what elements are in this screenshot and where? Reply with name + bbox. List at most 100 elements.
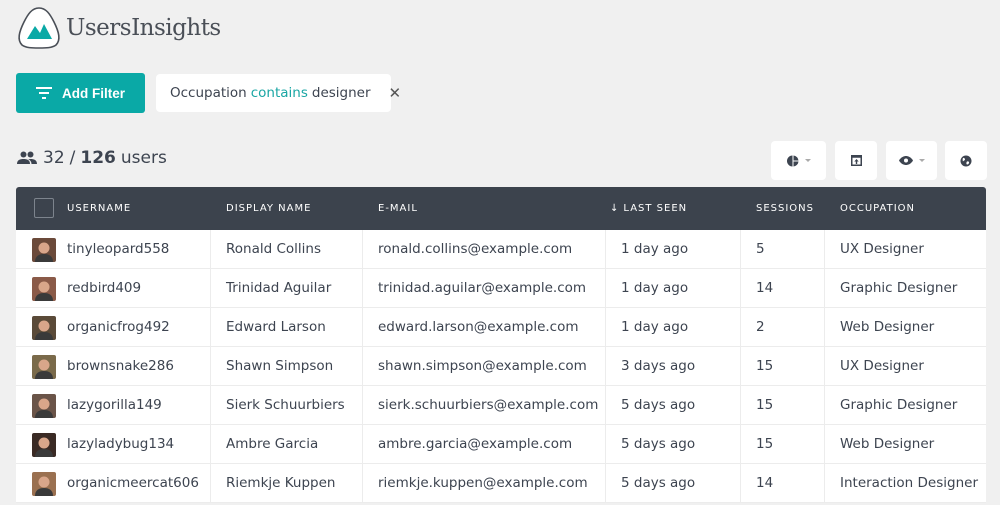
divider [362,347,363,385]
cell-email: sierk.schuurbiers@example.com [378,397,599,413]
cell-username[interactable]: tinyleopard558 [67,230,169,268]
divider [362,308,363,346]
cell-email: trinidad.aguilar@example.com [378,280,587,296]
divider [605,464,606,502]
divider [824,269,825,307]
chevron-down-icon [804,159,811,162]
divider [605,230,606,268]
filter-field: Occupation [170,85,247,101]
close-icon[interactable]: ✕ [389,84,402,102]
table-row[interactable]: organicmeercat606 Riemkje Kuppen riemkje… [16,464,986,503]
cell-sessions: 15 [756,397,774,413]
column-header-email[interactable]: E-MAIL [378,187,418,230]
divider [362,425,363,463]
column-header-username[interactable]: USERNAME [67,187,131,230]
cell-last-seen: 1 day ago [621,241,689,257]
table-row[interactable]: brownsnake286 Shawn Simpson shawn.simpso… [16,347,986,386]
cell-sessions: 15 [756,436,774,452]
table-body: tinyleopard558 Ronald Collins ronald.col… [16,230,986,503]
user-photo-icon [32,394,56,418]
chevron-down-icon [918,159,925,162]
cell-last-seen: 1 day ago [621,319,689,335]
user-photo-icon [32,238,56,262]
eye-icon [898,156,913,165]
avatar [32,433,56,457]
divider [824,230,825,268]
divider [210,386,211,424]
avatar [32,394,56,418]
column-header-sessions[interactable]: SESSIONS [756,187,814,230]
filter-value: designer [311,85,371,101]
count-separator: / [69,148,76,168]
cell-occupation: Graphic Designer [840,280,958,296]
column-header-display-name[interactable]: DISPLAY NAME [226,187,311,230]
table-row[interactable]: organicfrog492 Edward Larson edward.lars… [16,308,986,347]
divider [605,347,606,385]
app-title: UsersInsights [66,15,221,41]
table-row[interactable]: tinyleopard558 Ronald Collins ronald.col… [16,230,986,269]
cell-last-seen: 5 days ago [621,475,696,491]
cell-username[interactable]: lazygorilla149 [67,386,162,424]
column-header-occupation[interactable]: OCCUPATION [840,187,915,230]
divider [824,464,825,502]
cell-last-seen: 1 day ago [621,280,689,296]
cell-username[interactable]: organicmeercat606 [67,464,199,502]
table-header: USERNAME DISPLAY NAME E-MAIL ↓ LAST SEEN … [16,187,986,230]
cell-username[interactable]: lazyladybug134 [67,425,174,463]
divider [740,230,741,268]
active-filter-chip[interactable]: Occupation contains designer ✕ [156,74,401,112]
divider [605,308,606,346]
divider [824,386,825,424]
pie-chart-icon [786,155,798,166]
column-header-last-seen[interactable]: ↓ LAST SEEN [610,187,687,230]
cell-occupation: Graphic Designer [840,397,958,413]
divider [605,425,606,463]
cell-email: ambre.garcia@example.com [378,436,573,452]
cell-occupation: UX Designer [840,358,924,374]
table-row[interactable]: redbird409 Trinidad Aguilar trinidad.agu… [16,269,986,308]
cell-display-name: Sierk Schuurbiers [226,397,345,413]
divider [740,386,741,424]
user-photo-icon [32,316,56,340]
divider [740,308,741,346]
cell-display-name: Trinidad Aguilar [226,280,332,296]
cell-sessions: 15 [756,358,774,374]
avatar [32,355,56,379]
cell-email: edward.larson@example.com [378,319,579,335]
cell-email: shawn.simpson@example.com [378,358,587,374]
divider [362,269,363,307]
cell-occupation: Web Designer [840,436,935,452]
divider [210,347,211,385]
select-all-checkbox[interactable] [34,198,54,218]
cell-display-name: Riemkje Kuppen [226,475,336,491]
cell-occupation: UX Designer [840,241,924,257]
segments-button[interactable] [771,141,826,180]
divider [210,308,211,346]
table-row[interactable]: lazygorilla149 Sierk Schuurbiers sierk.s… [16,386,986,425]
cell-username[interactable]: organicfrog492 [67,308,170,346]
map-view-button[interactable] [945,141,987,180]
divider [362,386,363,424]
avatar [32,277,56,301]
divider [824,308,825,346]
app-logo[interactable]: UsersInsights [16,6,221,50]
cell-username[interactable]: brownsnake286 [67,347,174,385]
sort-desc-icon: ↓ [610,203,620,214]
table-row[interactable]: lazyladybug134 Ambre Garcia ambre.garcia… [16,425,986,464]
cell-email: ronald.collins@example.com [378,241,573,257]
export-button[interactable] [835,141,877,180]
add-filter-button[interactable]: Add Filter [16,73,145,113]
cell-username[interactable]: redbird409 [67,269,141,307]
cell-occupation: Interaction Designer [840,475,978,491]
export-icon [850,155,862,166]
divider [740,425,741,463]
columns-visibility-button[interactable] [886,141,937,180]
user-count: 32 / 126 users [17,148,167,168]
divider [605,269,606,307]
cell-display-name: Shawn Simpson [226,358,334,374]
cell-display-name: Ronald Collins [226,241,322,257]
divider [362,464,363,502]
avatar [32,472,56,496]
mountain-logo-icon [18,7,60,49]
divider [605,386,606,424]
